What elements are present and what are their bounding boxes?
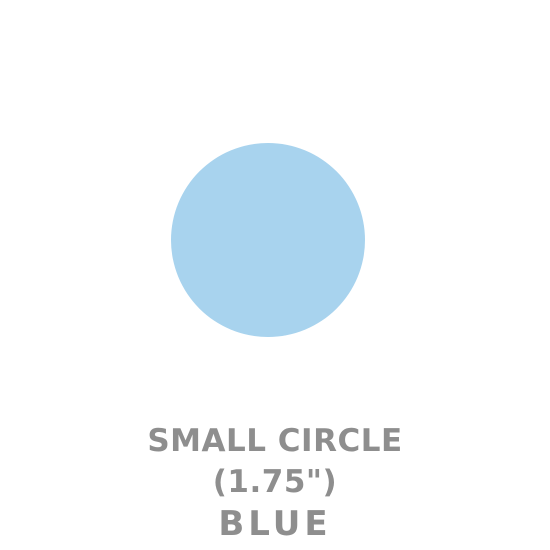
color-name-label: BLUE	[218, 504, 332, 544]
size-label: (1.75")	[212, 464, 338, 500]
blue-circle-swatch	[171, 143, 365, 337]
shape-name-label: SMALL CIRCLE	[147, 423, 403, 459]
product-card: SMALL CIRCLE (1.75") BLUE	[0, 0, 550, 550]
